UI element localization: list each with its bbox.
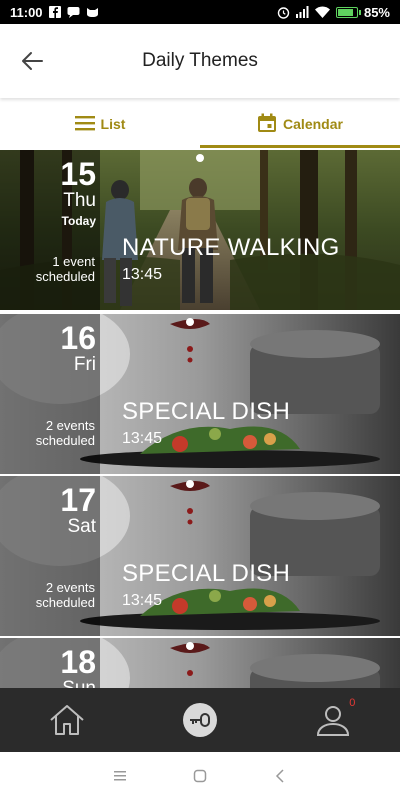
day-weekday: Thu <box>63 190 96 211</box>
event-count-value: 2 events <box>45 580 95 595</box>
indicator-dot <box>186 642 194 650</box>
day-list: 15 Thu Today 1 event scheduled NATURE WA… <box>0 150 400 688</box>
day-row[interactable]: 15 Thu Today 1 event scheduled NATURE WA… <box>0 150 400 310</box>
indicator-dot <box>186 480 194 488</box>
wifi-icon <box>314 6 330 18</box>
event-count-suffix: scheduled <box>35 595 95 610</box>
tab-list-label: List <box>100 116 126 132</box>
recent-apps-icon[interactable] <box>105 761 135 791</box>
day-row[interactable]: 18 Sun <box>0 638 400 688</box>
tab-calendar[interactable]: Calendar <box>200 98 400 150</box>
back-arrow-icon[interactable] <box>20 50 46 72</box>
tab-list[interactable]: List <box>0 98 200 150</box>
calendar-icon <box>257 113 277 136</box>
page-title: Daily Themes <box>142 50 258 71</box>
app-header: Daily Themes <box>0 24 400 98</box>
view-tabs: List Calendar <box>0 98 400 150</box>
day-weekday: Fri <box>73 354 96 375</box>
day-weekday: Sat <box>67 516 96 537</box>
list-icon <box>74 115 95 134</box>
day-number: 17 <box>60 482 96 518</box>
status-bar: 11:00 85% <box>0 0 400 24</box>
profile-icon[interactable]: 0 <box>303 695 363 745</box>
home-circle-icon[interactable] <box>185 761 215 791</box>
event-count-suffix: scheduled <box>35 269 95 284</box>
event-count: 1 event scheduled <box>5 254 95 284</box>
day-number: 16 <box>60 320 96 356</box>
message-icon <box>67 6 80 18</box>
indicator-dot <box>196 154 204 162</box>
back-chevron-icon[interactable] <box>265 761 295 791</box>
system-nav <box>0 752 400 800</box>
event-count: 2 events scheduled <box>5 580 95 610</box>
event-title: NATURE WALKING <box>122 234 340 261</box>
notification-badge: 0 <box>349 697 356 709</box>
today-label: Today <box>61 214 96 228</box>
battery-icon <box>335 6 361 18</box>
event-time: 13:45 <box>122 430 163 447</box>
day-number: 18 <box>60 644 96 680</box>
event-count-suffix: scheduled <box>35 433 95 448</box>
event-count: 2 events scheduled <box>5 418 95 448</box>
day-weekday: Sun <box>62 678 96 688</box>
event-count-value: 2 events <box>45 418 95 433</box>
alarm-icon <box>277 6 290 19</box>
event-count-value: 1 event <box>52 254 95 269</box>
event-title: SPECIAL DISH <box>122 560 291 587</box>
day-number: 15 <box>60 156 96 192</box>
indicator-dot <box>186 318 194 326</box>
battery-level: 85% <box>363 4 390 20</box>
facebook-icon <box>48 6 61 18</box>
day-row[interactable]: 16 Fri 2 events scheduled SPECIAL DISH 1… <box>0 314 400 474</box>
tab-calendar-label: Calendar <box>283 116 343 132</box>
home-icon[interactable] <box>37 695 97 745</box>
signal-icon <box>295 6 309 18</box>
status-time: 11:00 <box>10 4 43 20</box>
event-time: 13:45 <box>122 592 163 609</box>
cat-icon <box>86 6 99 18</box>
event-title: SPECIAL DISH <box>122 398 291 425</box>
day-row[interactable]: 17 Sat 2 events scheduled SPECIAL DISH 1… <box>0 476 400 636</box>
bottom-nav: 0 <box>0 688 400 752</box>
event-time: 13:45 <box>122 266 163 283</box>
key-icon[interactable] <box>170 695 230 745</box>
